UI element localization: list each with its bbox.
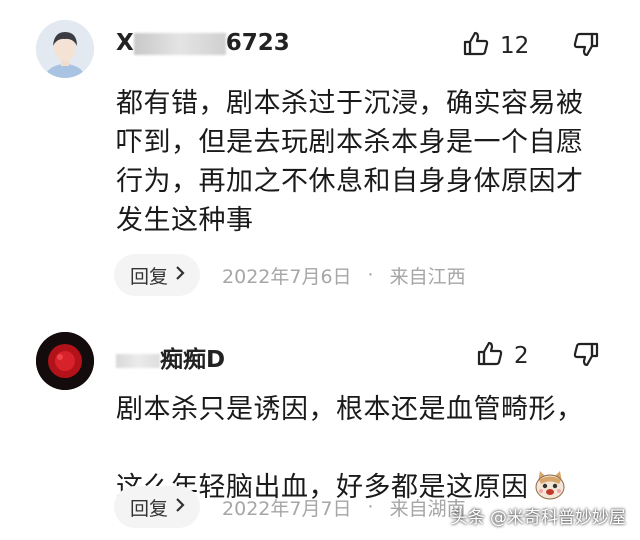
username[interactable]: 痴痴D — [116, 340, 225, 374]
cat-emoji-icon — [533, 429, 567, 513]
comment-text: 都有错，剧本杀过于沉浸，确实容易被 吓到，但是去玩剧本杀本身是一个自愿 行为，再… — [116, 88, 584, 236]
thumbs-up-icon — [462, 30, 490, 62]
thumbs-up-icon — [476, 340, 504, 372]
meta-separator: · — [367, 496, 374, 518]
reply-button[interactable]: 回复 — [114, 254, 201, 296]
avatar[interactable] — [36, 20, 94, 78]
chevron-right-icon — [174, 264, 186, 286]
reply-button[interactable]: 回复 — [114, 486, 201, 528]
comment-meta: 回复 2022年7月6日 · 来自江西 — [114, 254, 466, 296]
avatar[interactable] — [36, 332, 94, 390]
dislike-button[interactable] — [572, 30, 600, 62]
username[interactable]: X 6723 — [116, 30, 290, 56]
meta-separator: · — [367, 264, 374, 286]
thumbs-down-icon — [572, 342, 600, 372]
comment-item: X 6723 12 都有错，剧本杀过于沉浸，确实容易被 吓到，但是去玩剧本杀本身是… — [0, 0, 640, 310]
reply-label: 回复 — [130, 265, 169, 288]
watermark: 头条 @米奇科普妙妙屋 — [450, 508, 626, 528]
thumbs-down-icon — [572, 32, 600, 62]
reply-label: 回复 — [130, 497, 169, 520]
dislike-button[interactable] — [572, 340, 600, 372]
like-button[interactable]: 12 — [462, 30, 529, 62]
comment-date: 2022年7月6日 — [222, 265, 352, 288]
like-count: 2 — [514, 343, 529, 369]
comment-region: 来自江西 — [389, 265, 466, 288]
comment-meta: 回复 2022年7月7日 · 来自湖南 — [114, 486, 466, 528]
comment-date: 2022年7月7日 — [222, 497, 352, 520]
chevron-right-icon — [174, 496, 186, 518]
like-count: 12 — [500, 33, 530, 59]
like-button[interactable]: 2 — [476, 340, 529, 372]
